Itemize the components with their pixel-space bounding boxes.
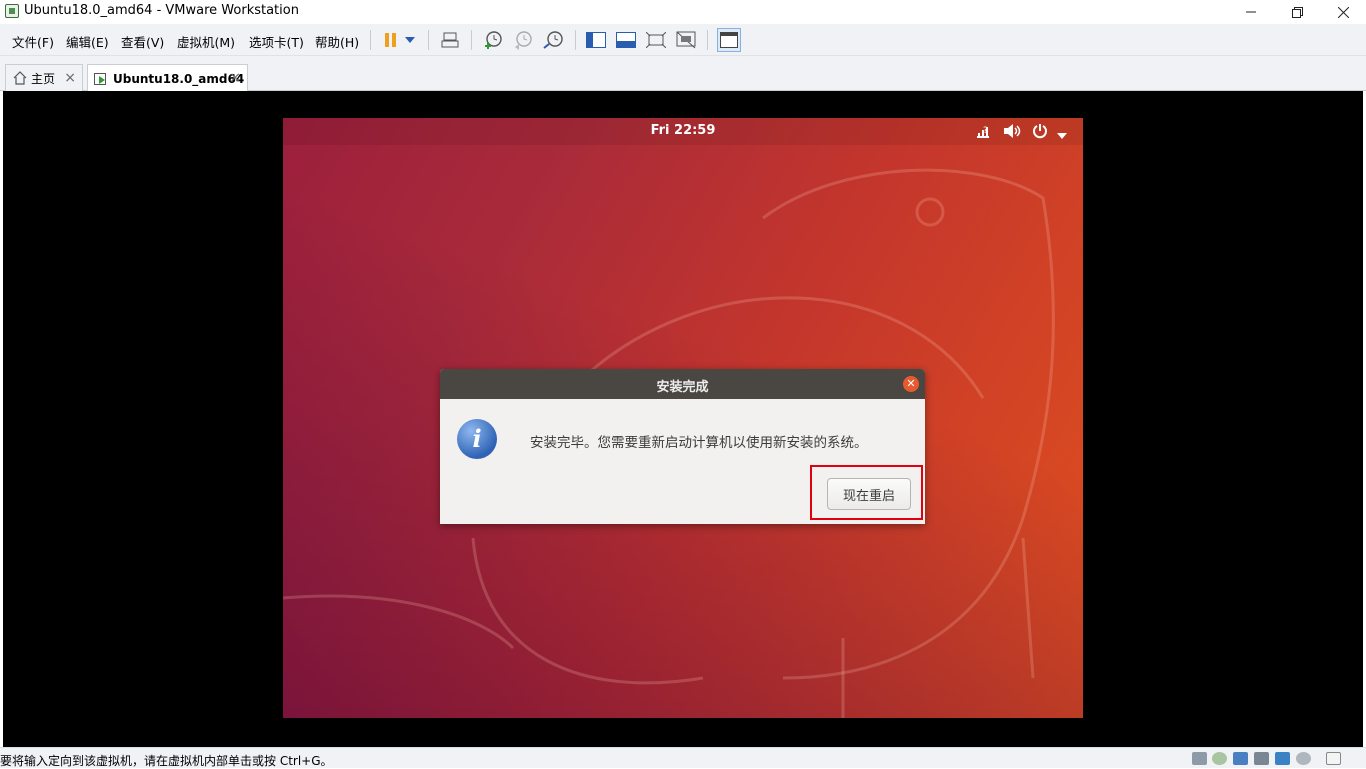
tab-ubuntu-vm-label: Ubuntu18.0_amd64 [113, 71, 245, 86]
network-adapter-icon[interactable] [1233, 752, 1248, 765]
close-window-button[interactable] [1320, 0, 1366, 24]
title-bar: Ubuntu18.0_amd64 - VMware Workstation [0, 0, 1366, 24]
tab-ubuntu-vm[interactable]: Ubuntu18.0_amd64 × [87, 64, 248, 92]
sound-card-icon[interactable] [1296, 752, 1311, 765]
power-icon[interactable] [1032, 123, 1048, 143]
send-ctrl-alt-del-button[interactable] [439, 29, 461, 51]
console-view-icon [720, 32, 738, 48]
snapshot-manager-icon [543, 31, 563, 49]
status-bar: 要将输入定向到该虚拟机，请在虚拟机内部单击或按 Ctrl+G。 [0, 747, 1366, 768]
fullscreen-button[interactable] [645, 29, 667, 51]
close-tab-icon[interactable]: × [64, 70, 76, 86]
install-complete-dialog: 安装完成 ✕ i 安装完毕。您需要重新启动计算机以使用新安装的系统。 现在重启 [440, 369, 925, 524]
close-tab-icon[interactable]: × [229, 70, 241, 86]
console-view-button[interactable] [717, 28, 741, 52]
system-menu-chevron-down-icon[interactable] [1057, 128, 1067, 143]
status-message: 要将输入定向到该虚拟机，请在虚拟机内部单击或按 Ctrl+G。 [0, 754, 333, 768]
dialog-message: 安装完毕。您需要重新启动计算机以使用新安装的系统。 [530, 435, 868, 451]
gnome-top-bar: Fri 22:59 ? [283, 118, 1083, 145]
printer-icon[interactable] [1254, 752, 1269, 765]
dialog-close-icon[interactable]: ✕ [903, 376, 919, 392]
restart-now-button[interactable]: 现在重启 [827, 478, 911, 510]
close-icon [1337, 6, 1349, 18]
chevron-down-icon [405, 37, 415, 43]
pause-icon [385, 33, 396, 47]
fullscreen-icon [646, 32, 666, 48]
minimize-button[interactable] [1228, 0, 1274, 24]
restore-icon [1291, 6, 1303, 18]
show-library-button[interactable] [585, 29, 607, 51]
vm-running-icon [94, 72, 106, 85]
window-title: Ubuntu18.0_amd64 - VMware Workstation [24, 3, 299, 18]
volume-icon[interactable] [1003, 123, 1021, 143]
toolbar-separator [370, 30, 371, 50]
info-icon: i [457, 419, 497, 459]
menu-help[interactable]: 帮助(H) [315, 32, 359, 51]
hard-disk-icon[interactable] [1192, 752, 1207, 765]
library-icon [586, 32, 606, 48]
menu-tabs[interactable]: 选项卡(T) [249, 32, 304, 51]
snapshot-icon [485, 31, 502, 49]
usb-icon[interactable] [1275, 752, 1290, 765]
home-icon [13, 71, 27, 85]
pause-button[interactable] [380, 29, 402, 51]
snapshot-manager-button[interactable] [542, 29, 564, 51]
snapshot-button[interactable] [482, 29, 504, 51]
dialog-title: 安装完成 [656, 380, 709, 395]
revert-snapshot-icon [515, 31, 532, 50]
unity-mode-button[interactable] [675, 29, 697, 51]
toolbar-separator [428, 30, 429, 50]
tab-home-label: 主页 [31, 71, 56, 86]
menu-vm[interactable]: 虚拟机(M) [177, 32, 235, 51]
tab-bar: 主页 × Ubuntu18.0_amd64 × [0, 56, 1366, 92]
toolbar-separator [575, 30, 576, 50]
menu-toolbar: 文件(F) 编辑(E) 查看(V) 虚拟机(M) 选项卡(T) 帮助(H) [0, 24, 1366, 56]
keyboard-icon [441, 32, 459, 48]
dialog-header: 安装完成 ✕ [440, 369, 925, 399]
svg-text:?: ? [983, 126, 988, 136]
cd-dvd-icon[interactable] [1212, 752, 1227, 765]
message-log-icon[interactable] [1326, 752, 1341, 765]
thumbnail-bar-button[interactable] [615, 29, 637, 51]
tab-home[interactable]: 主页 × [5, 64, 83, 91]
accessibility-icon[interactable]: ? [975, 123, 991, 143]
menu-edit[interactable]: 编辑(E) [66, 32, 109, 51]
clock-label[interactable]: Fri 22:59 [283, 123, 1083, 138]
unity-icon [676, 31, 696, 49]
restore-button[interactable] [1274, 0, 1320, 24]
menu-file[interactable]: 文件(F) [12, 32, 54, 51]
menu-view[interactable]: 查看(V) [121, 32, 164, 51]
revert-snapshot-button[interactable] [512, 29, 534, 51]
power-dropdown-button[interactable] [402, 29, 418, 51]
toolbar-separator [471, 30, 472, 50]
toolbar-separator [707, 30, 708, 50]
thumbnail-icon [616, 32, 636, 48]
minimize-icon [1246, 11, 1256, 13]
vmware-app-icon [5, 4, 19, 18]
